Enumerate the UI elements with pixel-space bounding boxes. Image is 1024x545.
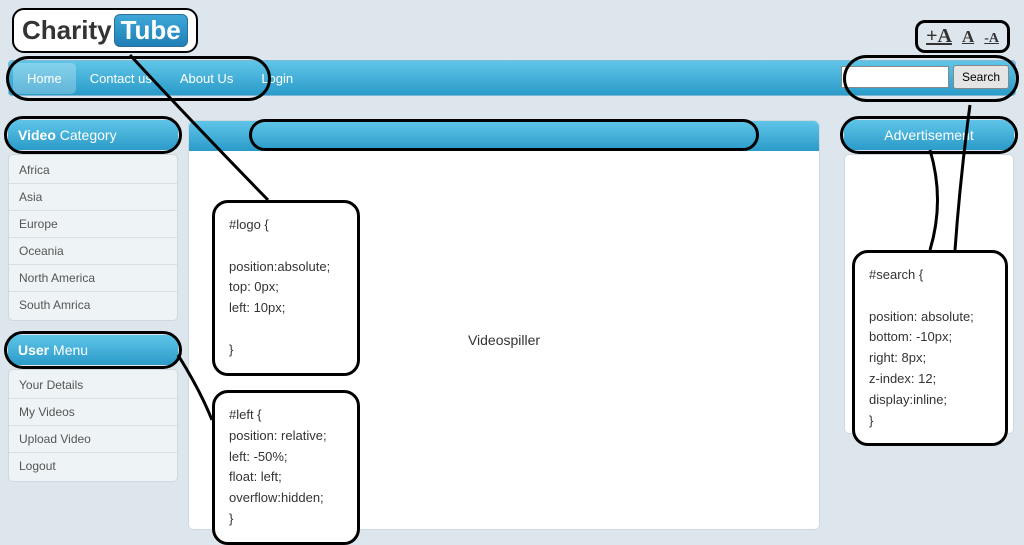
- top-nav: Home Contact us About Us Login: [13, 63, 307, 94]
- advertisement-title: Advertisement: [884, 127, 973, 143]
- main-panel-header: [189, 121, 819, 151]
- callout-left-css: #left { position: relative; left: -50%; …: [212, 390, 360, 545]
- sidebar-left: Video Category Africa Asia Europe Oceani…: [8, 120, 178, 496]
- user-menu-item[interactable]: Upload Video: [9, 426, 177, 453]
- callout-search-css: #search { position: absolute; bottom: -1…: [852, 250, 1008, 446]
- annotation-main-header-outline: [249, 119, 759, 151]
- font-decrease-icon[interactable]: -A: [984, 31, 999, 47]
- category-item[interactable]: Europe: [9, 211, 177, 238]
- user-menu-item[interactable]: My Videos: [9, 399, 177, 426]
- callout-logo-css: #logo { position:absolute; top: 0px; lef…: [212, 200, 360, 376]
- nav-contact[interactable]: Contact us: [76, 63, 166, 94]
- font-reset-icon[interactable]: A: [962, 27, 974, 47]
- video-category-title-bold: Video: [18, 127, 56, 143]
- video-category-header: Video Category: [8, 120, 178, 150]
- video-category-title-rest: Category: [56, 127, 117, 143]
- user-menu-title-bold: User: [18, 342, 49, 358]
- category-item[interactable]: Asia: [9, 184, 177, 211]
- nav-about[interactable]: About Us: [166, 63, 247, 94]
- video-player-label: Videospiller: [468, 332, 540, 348]
- search-input[interactable]: [841, 66, 949, 88]
- search-button[interactable]: Search: [953, 65, 1009, 89]
- user-menu-title-rest: Menu: [49, 342, 88, 358]
- top-nav-bar: Home Contact us About Us Login Search: [8, 60, 1016, 96]
- advertisement-header: Advertisement: [844, 120, 1014, 150]
- category-item[interactable]: Oceania: [9, 238, 177, 265]
- search-box: Search: [841, 65, 1009, 89]
- user-menu-item[interactable]: Logout: [9, 453, 177, 479]
- user-menu-header: User Menu: [8, 335, 178, 365]
- nav-home[interactable]: Home: [13, 63, 76, 94]
- logo-text-charity: Charity: [22, 15, 112, 46]
- logo-text-tube: Tube: [114, 14, 188, 47]
- category-item[interactable]: North America: [9, 265, 177, 292]
- user-menu-item[interactable]: Your Details: [9, 372, 177, 399]
- logo[interactable]: Charity Tube: [12, 8, 198, 53]
- nav-login[interactable]: Login: [247, 63, 307, 94]
- font-increase-icon[interactable]: +A: [926, 25, 952, 48]
- user-menu-list: Your Details My Videos Upload Video Logo…: [8, 369, 178, 482]
- category-item[interactable]: Africa: [9, 157, 177, 184]
- category-item[interactable]: South Amrica: [9, 292, 177, 318]
- video-category-list: Africa Asia Europe Oceania North America…: [8, 154, 178, 321]
- font-size-controls: +A A -A: [915, 20, 1010, 53]
